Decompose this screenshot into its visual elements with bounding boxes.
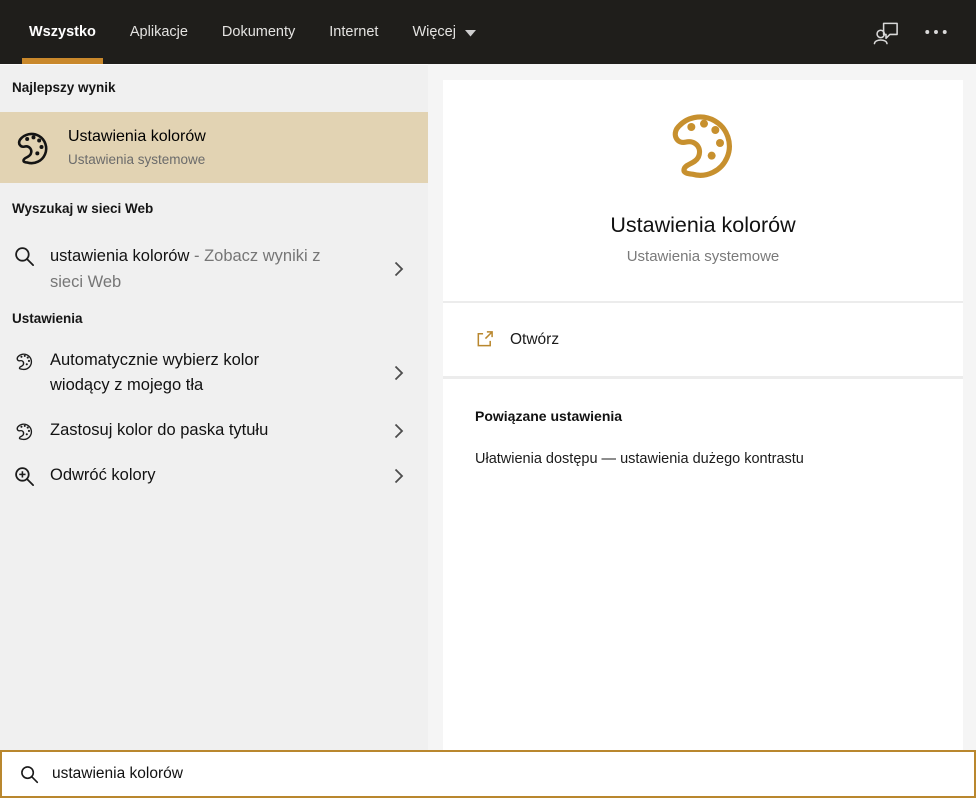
open-label: Otwórz [510,330,560,348]
chevron-right-icon [394,365,404,381]
settings-item-label: Zastosuj kolor do paska tytułu [50,421,269,439]
topbar: Wszystko Aplikacje Dokumenty Internet Wi… [0,0,976,64]
tab-aplikacje[interactable]: Aplikacje [123,0,195,64]
related-settings-header: Powiązane ustawienia [475,408,623,424]
open-action[interactable]: Otwórz [443,303,963,376]
search-input[interactable] [52,765,974,783]
best-match-text: Ustawienia kolorów Ustawienia systemowe [68,128,206,167]
settings-item-invert-colors[interactable]: Odwróć kolory [0,453,428,498]
web-search-item[interactable]: ustawienia kolorów - Zobacz wyniki z sie… [0,229,428,303]
open-external-icon [475,330,494,349]
result-title: Ustawienia kolorów [68,128,206,145]
settings-item-title-bar-color[interactable]: Zastosuj kolor do paska tytułu [0,408,428,453]
web-search-header: Wyszukaj w sieci Web [12,201,154,216]
preview-title: Ustawienia kolorów [610,213,796,237]
tab-wszystko[interactable]: Wszystko [22,0,103,64]
zoom-in-icon [14,466,35,487]
tab-label: Wszystko [29,24,96,40]
search-results-area: Najlepszy wynik Ustawienia kolorów Ustaw… [0,64,976,798]
web-search-text: ustawienia kolorów - Zobacz wyniki z sie… [50,243,352,295]
preview-card: Ustawienia kolorów Ustawienia systemowe … [443,80,963,793]
preview-hero: Ustawienia kolorów Ustawienia systemowe [443,80,963,301]
best-match-header: Najlepszy wynik [12,80,116,95]
search-filter-tabs: Wszystko Aplikacje Dokumenty Internet Wi… [22,0,503,64]
tab-label: Więcej [412,24,456,40]
tab-internet[interactable]: Internet [322,0,385,64]
search-icon [20,765,39,784]
web-query: ustawienia kolorów [50,247,190,265]
settings-item-auto-accent-color[interactable]: Automatycznie wybierz kolor wiodący z mo… [0,338,428,408]
chevron-down-icon [464,25,476,41]
search-bar [0,750,976,798]
tab-label: Dokumenty [221,24,296,40]
palette-icon [663,105,743,185]
results-panel: Najlepszy wynik Ustawienia kolorów Ustaw… [0,64,428,798]
result-subtitle: Ustawienia systemowe [68,152,206,167]
chevron-right-icon [394,468,404,484]
palette-icon [14,351,35,372]
chevron-right-icon [394,261,404,277]
tab-wiecej[interactable]: Więcej [405,0,483,64]
tab-dokumenty[interactable]: Dokumenty [215,0,302,64]
settings-item-label: Odwróć kolory [50,466,156,484]
palette-icon [13,128,53,168]
topbar-actions [873,0,976,64]
tab-label: Aplikacje [129,24,188,40]
best-match-item[interactable]: Ustawienia kolorów Ustawienia systemowe [0,112,428,183]
settings-item-label: Automatycznie wybierz kolor wiodący z mo… [50,351,260,394]
preview-subtitle: Ustawienia systemowe [626,248,780,265]
chevron-right-icon [394,423,404,439]
preview-panel: Ustawienia kolorów Ustawienia systemowe … [428,64,976,798]
search-icon [14,246,35,267]
feedback-icon[interactable] [873,19,900,46]
windows-search-flyout: Wszystko Aplikacje Dokumenty Internet Wi… [0,0,976,798]
tab-label: Internet [329,24,379,40]
settings-header: Ustawienia [12,311,83,326]
more-options-icon[interactable] [924,28,948,36]
related-item-high-contrast[interactable]: Ułatwienia dostępu — ustawienia dużego k… [475,451,931,467]
related-settings-section: Powiązane ustawienia Ułatwienia dostępu … [443,379,963,496]
palette-icon [14,421,35,442]
